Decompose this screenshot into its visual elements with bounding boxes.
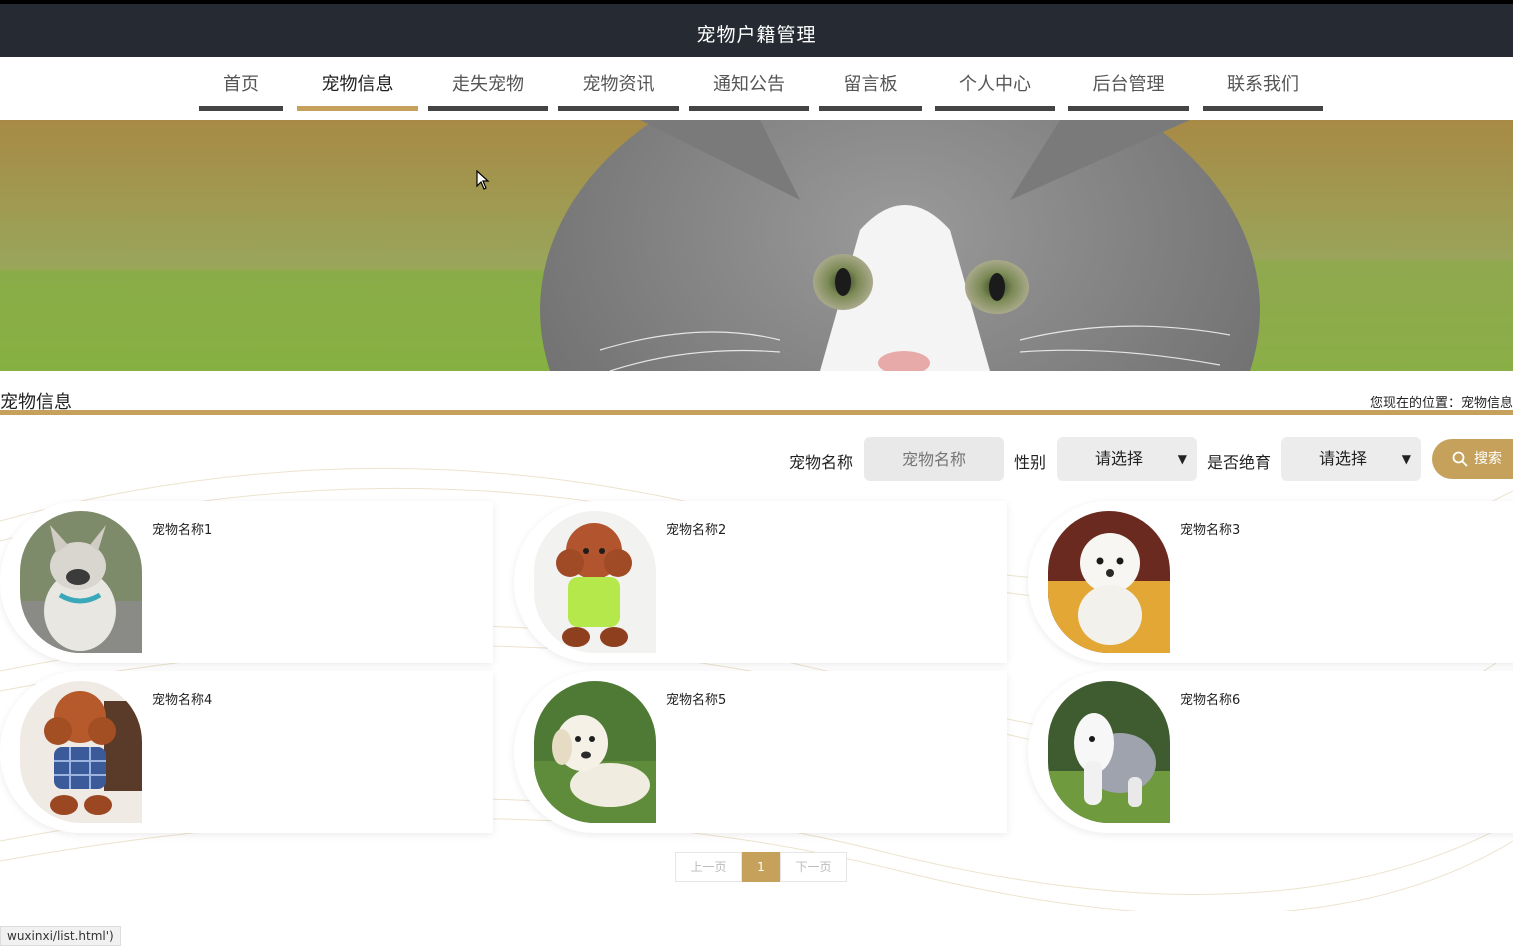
search-button-label: 搜索 <box>1474 451 1502 467</box>
nav-lost-pets[interactable]: 走失宠物 <box>428 57 548 111</box>
nav-pet-info[interactable]: 宠物信息 <box>297 57 418 111</box>
pet-name[interactable]: 宠物名称1 <box>152 519 212 538</box>
search-icon <box>1452 451 1468 467</box>
neuter-select-value: 请选择 <box>1319 449 1368 468</box>
pet-card[interactable]: 宠物名称1 <box>0 501 493 663</box>
pet-name[interactable]: 宠物名称3 <box>1180 519 1240 538</box>
nav-user-center[interactable]: 个人中心 <box>935 57 1055 111</box>
nav-pet-news[interactable]: 宠物资讯 <box>558 57 679 111</box>
pet-name[interactable]: 宠物名称5 <box>666 689 726 708</box>
pet-name[interactable]: 宠物名称6 <box>1180 689 1240 708</box>
main-nav: 首页 宠物信息 走失宠物 宠物资讯 通知公告 留言板 个人中心 后台管理 联系我… <box>0 57 1513 120</box>
pet-photo[interactable] <box>1048 681 1170 823</box>
pet-photo[interactable] <box>20 681 142 823</box>
gender-label: 性别 <box>1014 453 1047 472</box>
pet-name-input[interactable] <box>864 437 1004 481</box>
nav-home[interactable]: 首页 <box>199 57 283 111</box>
banner-image <box>0 120 1513 371</box>
neuter-select[interactable]: 请选择 ▼ <box>1281 437 1421 481</box>
pet-card[interactable]: 宠物名称6 <box>1028 671 1513 833</box>
nav-contact[interactable]: 联系我们 <box>1203 57 1323 111</box>
gender-select[interactable]: 请选择 ▼ <box>1057 437 1197 481</box>
status-bar-url: wuxinxi/list.html') <box>0 926 121 946</box>
top-bar: 宠物户籍管理 <box>0 0 1513 57</box>
pet-name[interactable]: 宠物名称2 <box>666 519 726 538</box>
pet-name[interactable]: 宠物名称4 <box>152 689 212 708</box>
chevron-down-icon: ▼ <box>1177 452 1187 466</box>
pagination-next[interactable]: 下一页 <box>780 852 847 882</box>
site-title: 宠物户籍管理 <box>696 24 817 46</box>
breadcrumb: 您现在的位置：宠物信息 <box>1369 396 1513 411</box>
gender-select-value: 请选择 <box>1095 449 1144 468</box>
pet-name-label: 宠物名称 <box>789 453 854 472</box>
pet-photo[interactable] <box>20 511 142 653</box>
pagination-prev[interactable]: 上一页 <box>675 852 742 882</box>
pagination-page-current[interactable]: 1 <box>742 852 780 882</box>
section-divider <box>0 410 1513 415</box>
nav-notices[interactable]: 通知公告 <box>689 57 809 111</box>
pet-photo[interactable] <box>1048 511 1170 653</box>
neuter-label: 是否绝育 <box>1207 453 1272 472</box>
pet-photo[interactable] <box>534 681 656 823</box>
pet-card[interactable]: 宠物名称2 <box>514 501 1007 663</box>
pet-card[interactable]: 宠物名称5 <box>514 671 1007 833</box>
pet-card[interactable]: 宠物名称3 <box>1028 501 1513 663</box>
pet-photo[interactable] <box>534 511 656 653</box>
mouse-cursor-icon <box>476 170 490 190</box>
pet-card[interactable]: 宠物名称4 <box>0 671 493 833</box>
chevron-down-icon: ▼ <box>1401 452 1411 466</box>
nav-admin[interactable]: 后台管理 <box>1068 57 1189 111</box>
nav-message-board[interactable]: 留言板 <box>819 57 922 111</box>
search-button[interactable]: 搜索 <box>1432 439 1513 479</box>
